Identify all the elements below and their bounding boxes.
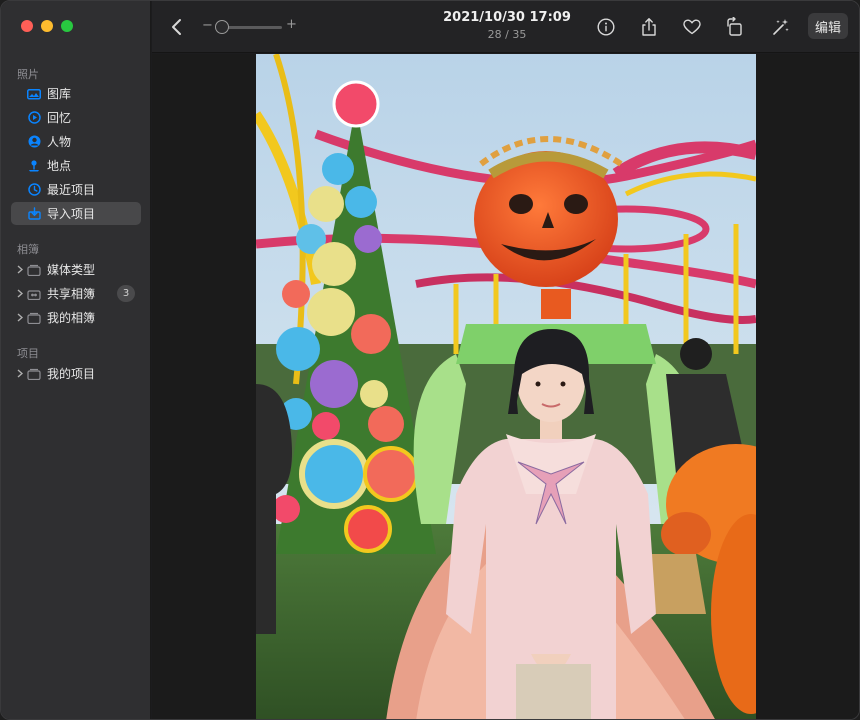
media-types-icon xyxy=(27,263,41,277)
favorite-button[interactable] xyxy=(680,15,704,39)
sidebar-item-my-albums[interactable]: 我的相簿 xyxy=(11,306,141,329)
sidebar-item-label: 共享相簿 xyxy=(47,287,96,301)
sidebar-item-places[interactable]: 地点 xyxy=(11,154,141,177)
sidebar: 照片 图库 回忆 人物 地点 最近项目 导入项目 相簿 媒体类型 共享相簿 3 … xyxy=(1,1,151,719)
edit-button[interactable]: 编辑 xyxy=(808,13,848,39)
photo-viewer xyxy=(152,54,859,719)
auto-enhance-button[interactable] xyxy=(769,15,793,39)
back-button[interactable] xyxy=(170,17,184,37)
sidebar-item-my-projects[interactable]: 我的项目 xyxy=(11,362,141,385)
zoom-slider-handle[interactable] xyxy=(215,20,229,34)
window-controls xyxy=(21,20,73,32)
magic-wand-icon xyxy=(773,19,789,35)
chevron-right-icon[interactable] xyxy=(15,287,25,299)
chevron-right-icon[interactable] xyxy=(15,311,25,323)
zoom-in-button[interactable]: + xyxy=(286,17,297,32)
rotate-icon xyxy=(727,17,742,36)
rotate-button[interactable] xyxy=(723,15,747,39)
section-title-projects: 项目 xyxy=(17,347,39,360)
memories-icon xyxy=(27,111,41,125)
sidebar-item-label: 地点 xyxy=(47,159,72,173)
people-icon xyxy=(27,135,41,149)
library-icon xyxy=(27,87,41,101)
photo-illustration xyxy=(256,54,756,719)
section-title-photos: 照片 xyxy=(17,68,39,81)
sidebar-item-shared-albums[interactable]: 共享相簿 3 xyxy=(11,282,141,305)
sidebar-item-label: 媒体类型 xyxy=(47,263,96,277)
my-albums-icon xyxy=(27,311,41,325)
photos-window: 照片 图库 回忆 人物 地点 最近项目 导入项目 相簿 媒体类型 共享相簿 3 … xyxy=(0,0,860,720)
sidebar-item-label: 我的相簿 xyxy=(47,311,96,325)
photo-position: 28 / 35 xyxy=(487,28,527,41)
chevron-right-icon[interactable] xyxy=(15,263,25,275)
sidebar-item-recents[interactable]: 最近项目 xyxy=(11,178,141,201)
sidebar-item-memories[interactable]: 回忆 xyxy=(11,106,141,129)
heart-icon xyxy=(683,19,701,35)
zoom-window-button[interactable] xyxy=(61,20,73,32)
minimize-window-button[interactable] xyxy=(41,20,53,32)
sidebar-item-people[interactable]: 人物 xyxy=(11,130,141,153)
sidebar-item-imports[interactable]: 导入项目 xyxy=(11,202,141,225)
chevron-right-icon[interactable] xyxy=(15,367,25,379)
shared-albums-icon xyxy=(27,287,41,301)
info-button[interactable] xyxy=(594,15,618,39)
photo-image[interactable] xyxy=(256,54,756,719)
sidebar-item-library[interactable]: 图库 xyxy=(11,82,141,105)
toolbar: − + 2021/10/30 17:09 28 / 35 编辑 xyxy=(152,1,859,53)
section-title-albums: 相簿 xyxy=(17,243,39,256)
places-icon xyxy=(27,159,41,173)
recents-icon xyxy=(27,183,41,197)
sidebar-item-label: 最近项目 xyxy=(47,183,96,197)
close-window-button[interactable] xyxy=(21,20,33,32)
my-projects-icon xyxy=(27,367,41,381)
imports-icon xyxy=(27,207,41,221)
photo-date-time: 2021/10/30 17:09 xyxy=(443,10,571,25)
sidebar-item-label: 回忆 xyxy=(47,111,72,125)
sidebar-item-label: 导入项目 xyxy=(47,207,96,221)
sidebar-item-label: 我的项目 xyxy=(47,367,96,381)
share-icon xyxy=(642,18,656,36)
share-button[interactable] xyxy=(637,15,661,39)
sidebar-item-label: 图库 xyxy=(47,87,72,101)
sidebar-item-media-types[interactable]: 媒体类型 xyxy=(11,258,141,281)
zoom-out-button[interactable]: − xyxy=(202,18,213,33)
shared-albums-count-badge: 3 xyxy=(117,285,135,302)
sidebar-item-label: 人物 xyxy=(47,135,72,149)
info-icon xyxy=(597,18,615,36)
